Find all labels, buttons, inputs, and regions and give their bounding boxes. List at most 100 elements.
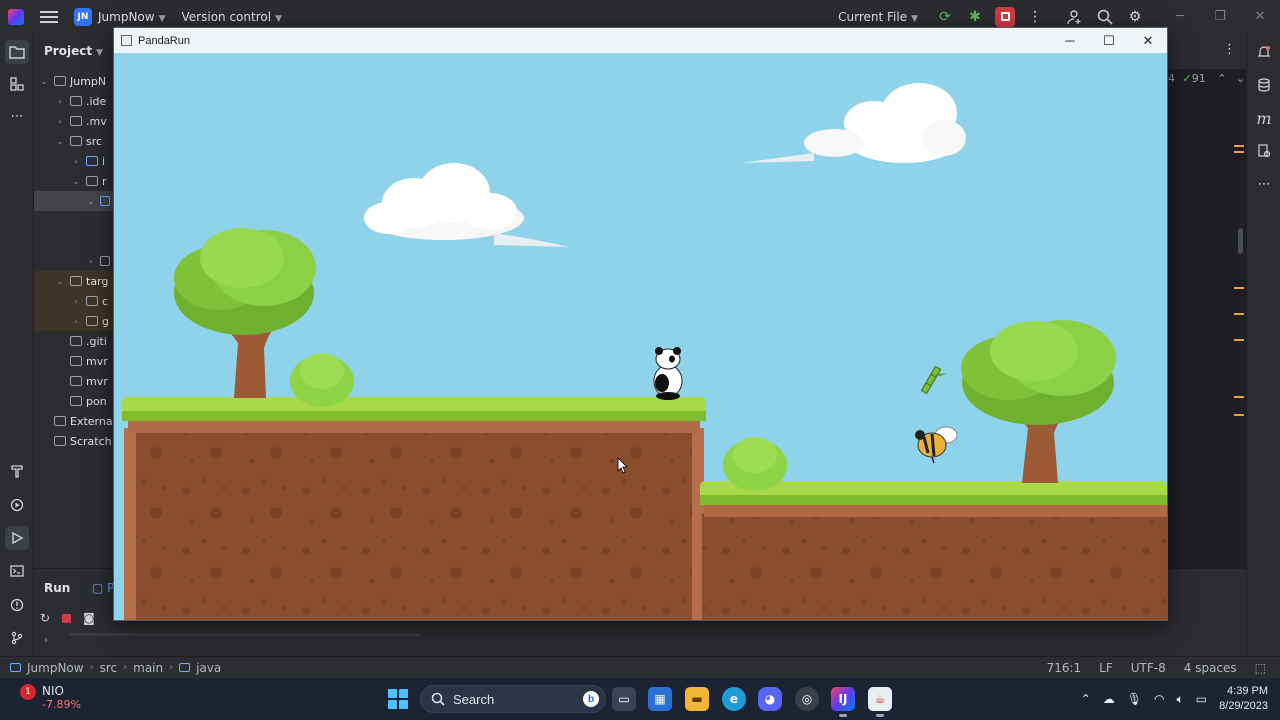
tree-item[interactable]: ›: [34, 251, 114, 271]
wifi-icon[interactable]: ◠: [1154, 692, 1164, 706]
chevron-right-icon[interactable]: ›: [70, 297, 82, 306]
tree-item[interactable]: › g: [34, 311, 114, 331]
editor-scrollbar[interactable]: [1238, 228, 1243, 254]
project-tool-icon[interactable]: [5, 40, 29, 64]
inspection-widget[interactable]: 4 ✓91 ⌃ ⌄: [1168, 72, 1245, 85]
chevron-up-icon[interactable]: ⌃: [1081, 692, 1091, 706]
chevron-down-icon[interactable]: ⌄: [38, 77, 50, 86]
pandarun-titlebar[interactable]: PandaRun ─ ☐ ✕: [114, 28, 1167, 53]
intellij-taskbar-icon[interactable]: IJ: [831, 687, 855, 717]
maven-icon[interactable]: m: [1252, 106, 1276, 130]
project-panel-title[interactable]: Project ▼: [44, 44, 103, 58]
tree-item[interactable]: › .ide: [34, 91, 114, 111]
stock-widget[interactable]: 1 NIO -7.89%: [20, 684, 81, 712]
indent-setting[interactable]: 4 spaces: [1184, 661, 1237, 675]
warning-marker[interactable]: [1234, 313, 1244, 315]
more-tools-icon[interactable]: ⋯: [5, 104, 29, 128]
warning-marker[interactable]: [1234, 339, 1244, 341]
minimize-icon[interactable]: ─: [1160, 9, 1200, 24]
windows-start-icon[interactable]: [388, 689, 408, 709]
caret-position[interactable]: 716:1: [1047, 661, 1082, 675]
microphone-icon[interactable]: 🎙︎: [1127, 692, 1142, 706]
more-tools-icon[interactable]: ⋯: [1252, 172, 1276, 196]
main-menu-icon[interactable]: [40, 10, 58, 23]
taskbar-search[interactable]: Search b: [420, 685, 606, 713]
tab-actions-icon[interactable]: ⋮: [1223, 42, 1236, 57]
chevron-down-icon[interactable]: ⌄: [54, 277, 66, 286]
chevron-down-icon[interactable]: ⌄: [86, 197, 96, 206]
tree-item[interactable]: [34, 231, 114, 251]
chevron-right-icon[interactable]: ›: [54, 117, 66, 126]
project-badge[interactable]: JN: [74, 7, 92, 26]
chevron-right-icon[interactable]: ›: [54, 97, 66, 106]
warning-marker[interactable]: [1234, 145, 1244, 147]
tree-item[interactable]: .giti: [34, 331, 114, 351]
edge-icon[interactable]: e: [722, 687, 746, 711]
tree-item[interactable]: [34, 211, 114, 231]
warning-marker[interactable]: [1234, 151, 1244, 153]
lock-icon[interactable]: ⬚: [1255, 661, 1266, 675]
git-tool-icon[interactable]: [5, 626, 29, 650]
java-app-icon[interactable]: ☕: [868, 687, 892, 717]
terminal-tool-icon[interactable]: [5, 559, 29, 583]
breadcrumb-item[interactable]: src: [100, 661, 118, 675]
chevron-right-icon[interactable]: ›: [70, 317, 82, 326]
volume-icon[interactable]: 🔈︎: [1177, 692, 1184, 707]
clock[interactable]: 4:39 PM 8/29/2023: [1219, 684, 1268, 714]
warning-marker[interactable]: [1234, 287, 1244, 289]
chevron-down-icon[interactable]: ⌄: [1236, 72, 1245, 85]
close-icon[interactable]: ✕: [1128, 28, 1168, 53]
tab-run[interactable]: Run: [44, 581, 70, 595]
task-view-icon[interactable]: ▭: [612, 687, 636, 711]
file-explorer-icon[interactable]: ▬: [685, 687, 709, 711]
tree-item[interactable]: › i: [34, 151, 114, 171]
notifications-icon[interactable]: [1252, 40, 1276, 64]
camera-icon[interactable]: ◙: [83, 611, 95, 625]
bing-icon[interactable]: b: [583, 691, 599, 707]
database-icon[interactable]: [1252, 73, 1276, 97]
tree-item[interactable]: ⌄: [34, 191, 114, 211]
discord-icon[interactable]: ◕: [758, 687, 782, 711]
tree-item[interactable]: Externa: [34, 411, 114, 431]
chevron-right-icon[interactable]: ›: [70, 157, 82, 166]
tree-item[interactable]: Scratch: [34, 431, 114, 451]
coverage-icon[interactable]: [1252, 139, 1276, 163]
project-selector[interactable]: JumpNow ▼: [98, 10, 166, 24]
chevron-down-icon[interactable]: ⌄: [70, 177, 82, 186]
battery-icon[interactable]: ▭: [1196, 692, 1207, 706]
tree-item[interactable]: ⌄ src: [34, 131, 114, 151]
tree-item[interactable]: ⌄ JumpN: [34, 71, 114, 91]
warning-marker[interactable]: [1234, 414, 1244, 416]
restore-icon[interactable]: ❐: [1200, 9, 1240, 24]
line-separator[interactable]: LF: [1099, 661, 1113, 675]
chevron-right-icon[interactable]: ›: [44, 635, 48, 646]
game-canvas[interactable]: [114, 53, 1167, 620]
tab-pandarun[interactable]: ▢ P: [92, 581, 114, 595]
tree-item[interactable]: › .mv: [34, 111, 114, 131]
services-tool-icon[interactable]: [5, 493, 29, 517]
pandarun-window[interactable]: PandaRun ─ ☐ ✕: [113, 27, 1168, 621]
tree-item[interactable]: ⌄ r: [34, 171, 114, 191]
tree-item[interactable]: pon: [34, 391, 114, 411]
warning-marker[interactable]: [1234, 396, 1244, 398]
structure-tool-icon[interactable]: [5, 72, 29, 96]
cloud-icon[interactable]: ☁: [1103, 692, 1115, 706]
breadcrumb-item[interactable]: main: [133, 661, 163, 675]
tree-item[interactable]: › c: [34, 291, 114, 311]
chevron-right-icon[interactable]: ›: [86, 257, 96, 266]
tree-item[interactable]: ⌄ targ: [34, 271, 114, 291]
close-icon[interactable]: ✕: [1240, 9, 1280, 24]
chevron-down-icon[interactable]: ⌄: [54, 137, 66, 146]
stop-icon[interactable]: [62, 613, 72, 623]
maximize-icon[interactable]: ☐: [1089, 28, 1129, 53]
store-icon[interactable]: ▦: [648, 687, 672, 711]
problems-tool-icon[interactable]: [5, 593, 29, 617]
build-tool-icon[interactable]: [5, 459, 29, 483]
run-config-selector[interactable]: Current File ▼: [838, 10, 918, 24]
chevron-up-icon[interactable]: ⌃: [1217, 72, 1226, 85]
file-encoding[interactable]: UTF-8: [1131, 661, 1166, 675]
rerun-icon[interactable]: ↻: [40, 611, 50, 625]
breadcrumb-item[interactable]: java: [196, 661, 221, 675]
chrome-icon[interactable]: ◎: [795, 687, 819, 711]
vcs-selector[interactable]: Version control ▼: [182, 10, 282, 24]
